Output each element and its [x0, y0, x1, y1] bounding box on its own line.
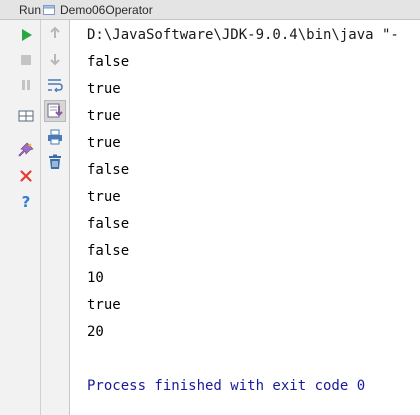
down-button[interactable]: [46, 50, 64, 68]
close-button[interactable]: [17, 167, 35, 185]
run-config-icon: [43, 4, 55, 15]
console-line: false: [87, 216, 130, 232]
clear-all-button[interactable]: [46, 153, 64, 171]
up-button[interactable]: [46, 24, 64, 42]
clear-all-icon: [49, 154, 61, 169]
close-icon: [20, 170, 32, 182]
console-line: 10: [87, 270, 104, 286]
run-config-tab[interactable]: Demo06Operator: [43, 0, 153, 19]
console-command-line: D:\JavaSoftware\JDK-9.0.4\bin\java "-: [87, 27, 399, 43]
down-arrow-icon: [50, 54, 60, 66]
console-line: true: [87, 108, 121, 124]
stop-button[interactable]: [17, 51, 35, 69]
console-line: false: [87, 54, 130, 70]
console-line: true: [87, 135, 121, 151]
toolbar-divider: [40, 20, 41, 415]
dump-threads-button[interactable]: [17, 107, 35, 125]
scroll-to-end-button[interactable]: [44, 100, 66, 122]
scroll-to-end-icon: [47, 103, 63, 118]
exit-code-message: Process finished with exit code 0: [87, 378, 366, 394]
console-line: true: [87, 297, 121, 313]
run-config-tab-label: Demo06Operator: [60, 2, 153, 17]
pause-button[interactable]: [17, 76, 35, 94]
rerun-button[interactable]: [17, 26, 35, 44]
pin-icon: [18, 142, 34, 157]
console-line: false: [87, 162, 130, 178]
help-icon: ?: [21, 193, 31, 211]
up-arrow-icon: [50, 26, 60, 38]
console-line: 20: [87, 324, 104, 340]
soft-wrap-icon: [48, 79, 63, 92]
print-icon: [48, 129, 62, 145]
pause-icon: [22, 80, 30, 90]
console-line: true: [87, 81, 121, 97]
console-output[interactable]: D:\JavaSoftware\JDK-9.0.4\bin\java "- fa…: [70, 20, 420, 415]
stop-icon: [21, 55, 31, 65]
pin-button[interactable]: [17, 141, 35, 159]
soft-wrap-button[interactable]: [46, 76, 64, 94]
dump-threads-icon: [18, 110, 34, 122]
rerun-icon: [22, 29, 32, 41]
console-line: false: [87, 243, 130, 259]
help-button[interactable]: ?: [17, 193, 35, 211]
print-button[interactable]: [46, 128, 64, 146]
console-line: true: [87, 189, 121, 205]
run-tool-header: Run Demo06Operator: [0, 0, 420, 20]
run-label: Run: [19, 3, 42, 17]
